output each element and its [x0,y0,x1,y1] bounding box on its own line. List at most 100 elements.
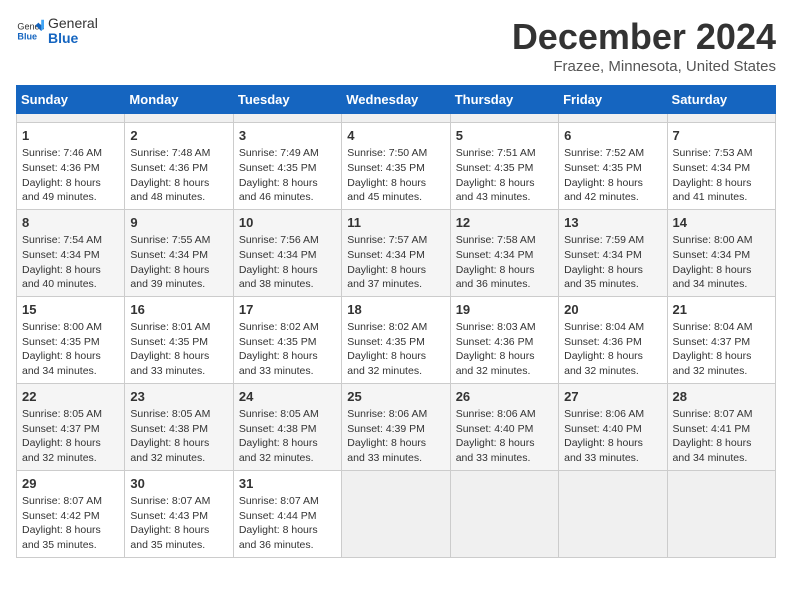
month-title: December 2024 [512,16,776,58]
calendar-cell: 15Sunrise: 8:00 AMSunset: 4:35 PMDayligh… [17,296,125,383]
calendar-cell: 21Sunrise: 8:04 AMSunset: 4:37 PMDayligh… [667,296,775,383]
calendar-cell: 29Sunrise: 8:07 AMSunset: 4:42 PMDayligh… [17,470,125,557]
sunrise-label: Sunrise: 7:50 AM [347,147,427,159]
logo: General Blue General Blue [16,16,98,47]
calendar-cell: 7Sunrise: 7:53 AMSunset: 4:34 PMDaylight… [667,123,775,210]
calendar-cell [233,114,341,123]
sunrise-label: Sunrise: 7:53 AM [673,147,753,159]
logo-icon: General Blue [16,17,44,45]
daylight-label: Daylight: 8 hours and 34 minutes. [673,264,752,291]
sunrise-label: Sunrise: 8:06 AM [564,408,644,420]
day-number: 2 [130,127,227,145]
sunrise-label: Sunrise: 7:46 AM [22,147,102,159]
sunset-label: Sunset: 4:37 PM [673,336,751,348]
day-number: 22 [22,388,119,406]
calendar-cell [342,114,450,123]
sunset-label: Sunset: 4:34 PM [130,249,208,261]
title-area: December 2024 Frazee, Minnesota, United … [512,16,776,75]
calendar-cell: 31Sunrise: 8:07 AMSunset: 4:44 PMDayligh… [233,470,341,557]
sunrise-label: Sunrise: 7:57 AM [347,234,427,246]
calendar-cell: 19Sunrise: 8:03 AMSunset: 4:36 PMDayligh… [450,296,558,383]
calendar-cell [342,470,450,557]
daylight-label: Daylight: 8 hours and 42 minutes. [564,177,643,204]
sunrise-label: Sunrise: 8:07 AM [22,495,102,507]
daylight-label: Daylight: 8 hours and 43 minutes. [456,177,535,204]
calendar-cell [125,114,233,123]
day-number: 27 [564,388,661,406]
day-number: 25 [347,388,444,406]
sunrise-label: Sunrise: 7:55 AM [130,234,210,246]
sunrise-label: Sunrise: 7:49 AM [239,147,319,159]
daylight-label: Daylight: 8 hours and 33 minutes. [347,437,426,464]
sunrise-label: Sunrise: 8:04 AM [564,321,644,333]
day-number: 29 [22,475,119,493]
daylight-label: Daylight: 8 hours and 41 minutes. [673,177,752,204]
day-number: 17 [239,301,336,319]
calendar-week-5: 22Sunrise: 8:05 AMSunset: 4:37 PMDayligh… [17,383,776,470]
daylight-label: Daylight: 8 hours and 40 minutes. [22,264,101,291]
sunrise-label: Sunrise: 8:06 AM [347,408,427,420]
day-number: 12 [456,214,553,232]
sunrise-label: Sunrise: 8:02 AM [239,321,319,333]
weekday-header-monday: Monday [125,86,233,114]
sunset-label: Sunset: 4:40 PM [456,423,534,435]
sunset-label: Sunset: 4:35 PM [456,162,534,174]
sunrise-label: Sunrise: 8:05 AM [130,408,210,420]
calendar-cell: 3Sunrise: 7:49 AMSunset: 4:35 PMDaylight… [233,123,341,210]
sunrise-label: Sunrise: 8:02 AM [347,321,427,333]
daylight-label: Daylight: 8 hours and 39 minutes. [130,264,209,291]
calendar-cell: 22Sunrise: 8:05 AMSunset: 4:37 PMDayligh… [17,383,125,470]
daylight-label: Daylight: 8 hours and 48 minutes. [130,177,209,204]
sunrise-label: Sunrise: 8:00 AM [673,234,753,246]
sunset-label: Sunset: 4:36 PM [130,162,208,174]
calendar-cell: 30Sunrise: 8:07 AMSunset: 4:43 PMDayligh… [125,470,233,557]
calendar-cell: 6Sunrise: 7:52 AMSunset: 4:35 PMDaylight… [559,123,667,210]
daylight-label: Daylight: 8 hours and 38 minutes. [239,264,318,291]
location-title: Frazee, Minnesota, United States [512,58,776,75]
sunrise-label: Sunrise: 8:06 AM [456,408,536,420]
calendar-week-6: 29Sunrise: 8:07 AMSunset: 4:42 PMDayligh… [17,470,776,557]
day-number: 23 [130,388,227,406]
daylight-label: Daylight: 8 hours and 36 minutes. [456,264,535,291]
calendar-cell: 17Sunrise: 8:02 AMSunset: 4:35 PMDayligh… [233,296,341,383]
day-number: 4 [347,127,444,145]
day-number: 10 [239,214,336,232]
day-number: 1 [22,127,119,145]
day-number: 13 [564,214,661,232]
calendar-cell: 18Sunrise: 8:02 AMSunset: 4:35 PMDayligh… [342,296,450,383]
calendar-cell: 13Sunrise: 7:59 AMSunset: 4:34 PMDayligh… [559,209,667,296]
calendar-cell: 26Sunrise: 8:06 AMSunset: 4:40 PMDayligh… [450,383,558,470]
day-number: 9 [130,214,227,232]
day-number: 20 [564,301,661,319]
weekday-header-thursday: Thursday [450,86,558,114]
day-number: 15 [22,301,119,319]
daylight-label: Daylight: 8 hours and 35 minutes. [22,524,101,551]
sunset-label: Sunset: 4:35 PM [22,336,100,348]
calendar-cell: 9 Sunrise: 7:55 AM Sunset: 4:34 PM Daylight… [125,209,233,296]
daylight-label: Daylight: 8 hours and 34 minutes. [22,350,101,377]
calendar-cell: 10Sunrise: 7:56 AMSunset: 4:34 PMDayligh… [233,209,341,296]
weekday-header-row: SundayMondayTuesdayWednesdayThursdayFrid… [17,86,776,114]
calendar-week-1 [17,114,776,123]
sunrise-label: Sunrise: 7:56 AM [239,234,319,246]
logo-blue-text: Blue [48,31,98,46]
calendar-cell: 20Sunrise: 8:04 AMSunset: 4:36 PMDayligh… [559,296,667,383]
sunrise-label: Sunrise: 8:07 AM [130,495,210,507]
sunset-label: Sunset: 4:36 PM [22,162,100,174]
page-header: General Blue General Blue December 2024 … [16,16,776,75]
sunset-label: Sunset: 4:36 PM [564,336,642,348]
daylight-label: Daylight: 8 hours and 33 minutes. [239,350,318,377]
day-number: 16 [130,301,227,319]
day-number: 31 [239,475,336,493]
daylight-label: Daylight: 8 hours and 32 minutes. [673,350,752,377]
daylight-label: Daylight: 8 hours and 34 minutes. [673,437,752,464]
calendar-cell: 2Sunrise: 7:48 AMSunset: 4:36 PMDaylight… [125,123,233,210]
sunrise-label: Sunrise: 8:05 AM [239,408,319,420]
sunset-label: Sunset: 4:35 PM [347,336,425,348]
sunset-label: Sunset: 4:38 PM [239,423,317,435]
sunset-label: Sunset: 4:34 PM [673,162,751,174]
daylight-label: Daylight: 8 hours and 33 minutes. [130,350,209,377]
sunrise-label: Sunrise: 7:51 AM [456,147,536,159]
logo-general-text: General [48,16,98,31]
sunrise-label: Sunrise: 8:04 AM [673,321,753,333]
